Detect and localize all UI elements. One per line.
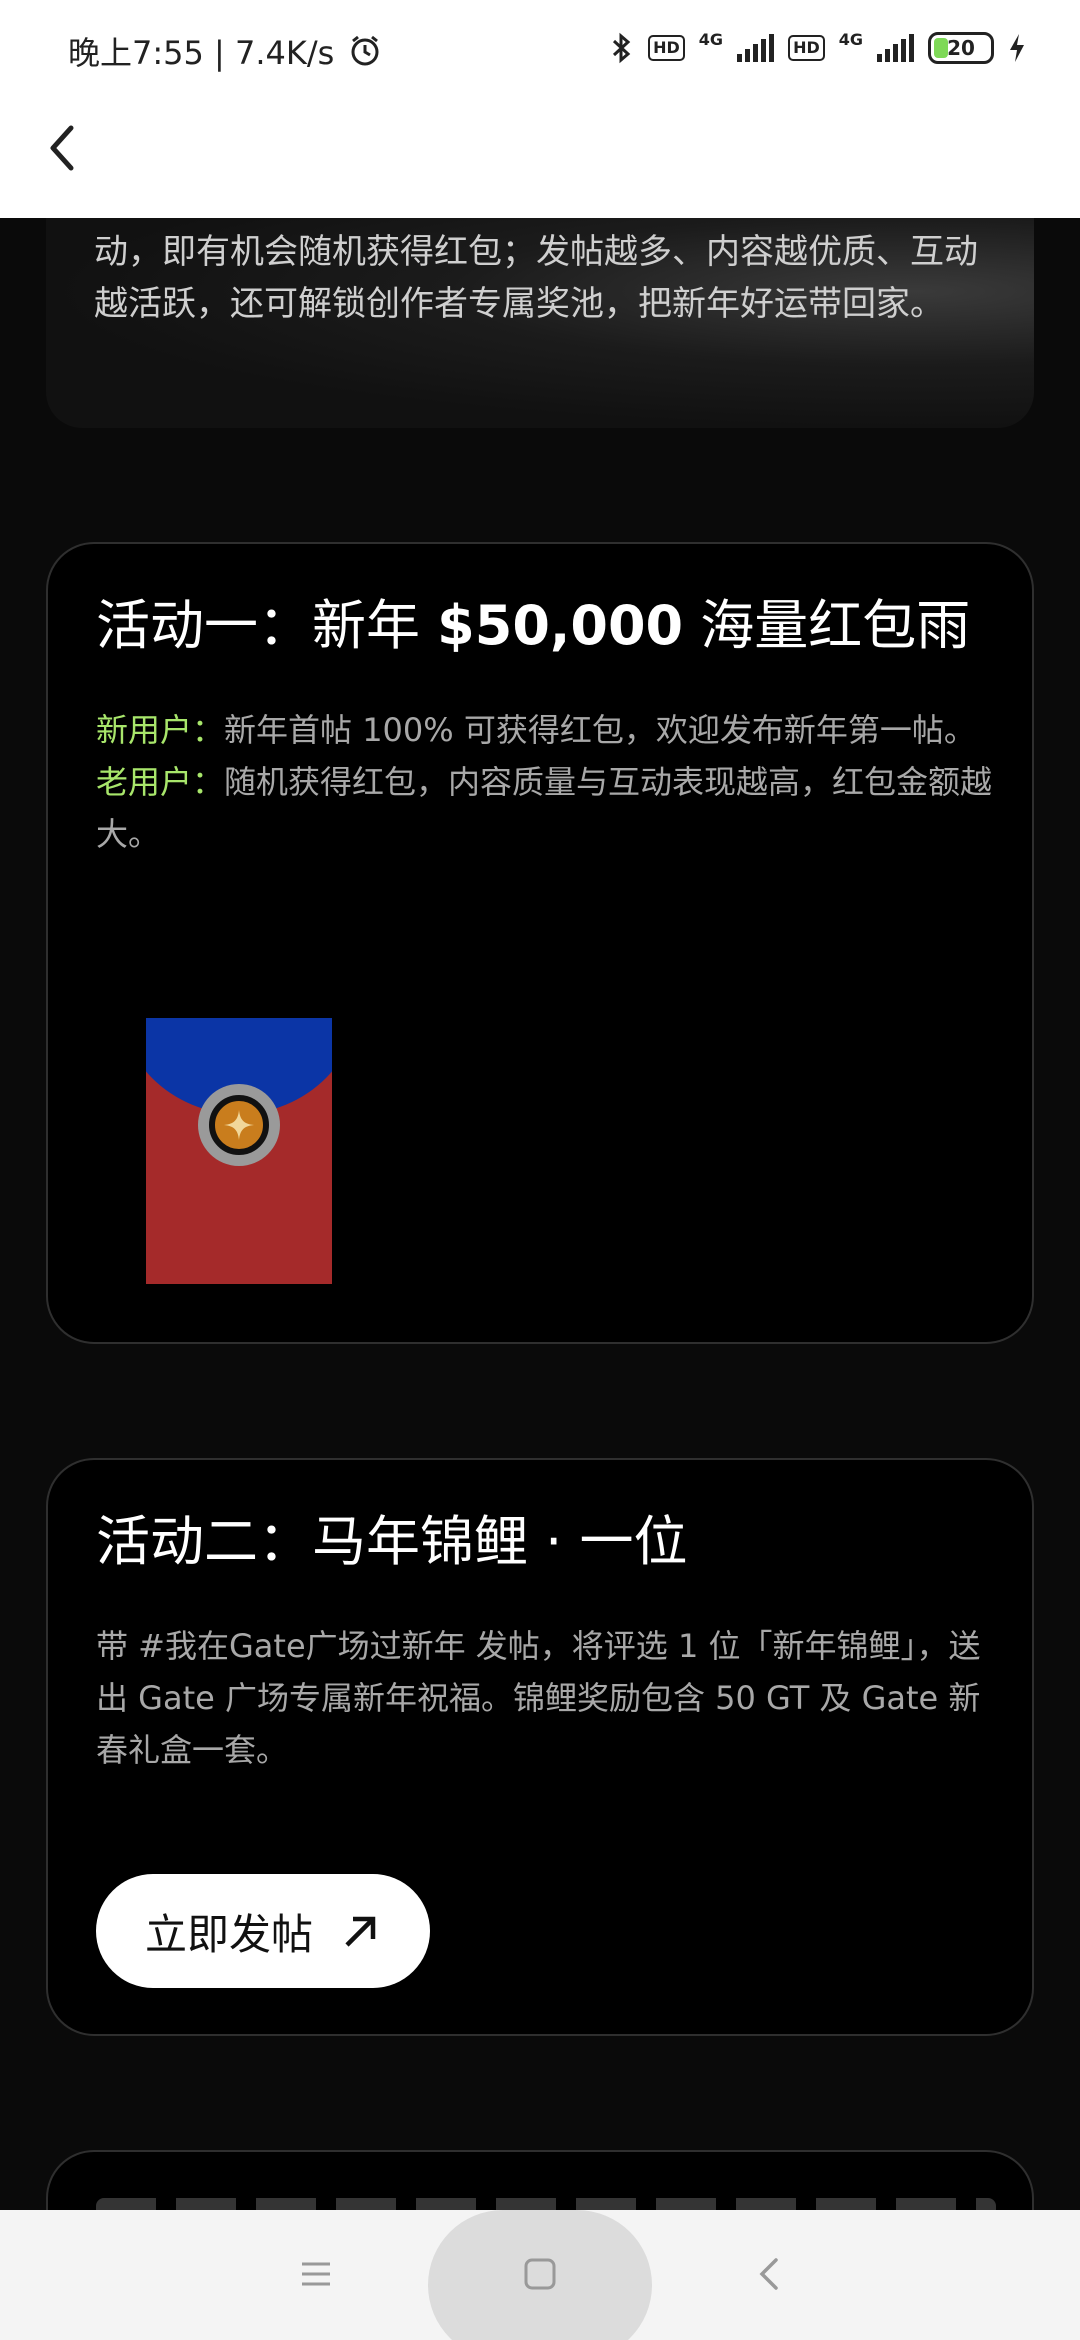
page: 晚上7:55 | 7.4K/s HD 4G HD 4G 20 动，即有机会随机获… — [0, 0, 1080, 2340]
battery-level: 20 — [947, 35, 975, 60]
old-user-text: 随机获得红包，内容质量与互动表现越高，红包金额越大。 — [96, 763, 993, 853]
new-user-text: 新年首帖 100% 可获得红包，欢迎发布新年第一帖。 — [224, 711, 976, 749]
alarm-icon — [351, 35, 379, 66]
menu-button[interactable] — [286, 2244, 346, 2304]
title-prefix: 活动一：新年 — [96, 594, 438, 657]
activity-two-title: 活动二：马年锦鲤 · 一位 — [96, 1510, 688, 1573]
bluetooth-icon — [613, 32, 631, 63]
network-type-2: 4G — [838, 30, 863, 49]
back-button[interactable] — [34, 120, 90, 176]
hd-badge-2: HD — [788, 34, 825, 61]
new-user-label: 新用户： — [96, 711, 225, 749]
activity-two-card: 活动二：马年锦鲤 · 一位 带 #我在Gate广场过新年 发帖，将评选 1 位「… — [46, 1458, 1034, 2036]
status-bar: 晚上7:55 | 7.4K/s HD 4G HD 4G 20 — [0, 0, 1080, 100]
network-type: 4G — [698, 30, 724, 49]
new-user-line: 新用户：新年首帖 100% 可获得红包，欢迎发布新年第一帖。 — [96, 704, 996, 756]
envelope-seal — [209, 1095, 269, 1155]
status-time: 晚上7:55 | 7.4K/s — [68, 34, 335, 72]
home-square-icon — [524, 2258, 556, 2290]
signal-icon — [737, 33, 775, 62]
activity-one-body: 新用户：新年首帖 100% 可获得红包，欢迎发布新年第一帖。 老用户：随机获得红… — [96, 704, 996, 860]
activity-one-card: 活动一：新年 $50,000 海量红包雨 新用户：新年首帖 100% 可获得红包… — [46, 542, 1034, 1344]
back-triangle-icon — [759, 2258, 778, 2290]
system-nav-bar — [0, 2210, 1080, 2340]
old-user-line: 老用户：随机获得红包，内容质量与互动表现越高，红包金额越大。 — [96, 756, 996, 860]
chevron-left-icon — [50, 125, 74, 171]
hd-badge: HD — [648, 34, 685, 61]
home-button[interactable] — [510, 2244, 570, 2304]
intro-section: 动，即有机会随机获得红包；发帖越多、内容越优质、互动越活跃，还可解锁创作者专属奖… — [46, 218, 1034, 428]
post-now-button[interactable]: 立即发帖 — [96, 1874, 430, 1988]
red-envelope-image — [146, 1018, 332, 1284]
old-user-label: 老用户： — [96, 763, 225, 801]
intro-text: 动，即有机会随机获得红包；发帖越多、内容越优质、互动越活跃，还可解锁创作者专属奖… — [94, 232, 978, 324]
arrow-up-right-icon — [345, 1916, 376, 1947]
menu-icon — [302, 2262, 330, 2286]
title-suffix: 海量红包雨 — [683, 594, 971, 657]
charging-icon — [1010, 33, 1024, 62]
activity-two-body: 带 #我在Gate广场过新年 发帖，将评选 1 位「新年锦鲤」，送出 Gate … — [96, 1627, 981, 1769]
activity-one-title: 活动一：新年 $50,000 海量红包雨 — [96, 590, 970, 662]
signal-icon-2 — [877, 33, 914, 62]
top-bar: 晚上7:55 | 7.4K/s HD 4G HD 4G 20 — [0, 0, 1080, 218]
nav-back-button[interactable] — [738, 2244, 798, 2304]
post-now-label: 立即发帖 — [144, 1910, 313, 1958]
status-right: HD 4G HD 4G 20 — [608, 30, 1026, 65]
title-amount: $50,000 — [437, 594, 684, 657]
sparkle-icon — [224, 1110, 254, 1140]
status-left: 晚上7:55 | 7.4K/s — [68, 28, 382, 74]
battery-icon: 20 — [928, 31, 994, 64]
